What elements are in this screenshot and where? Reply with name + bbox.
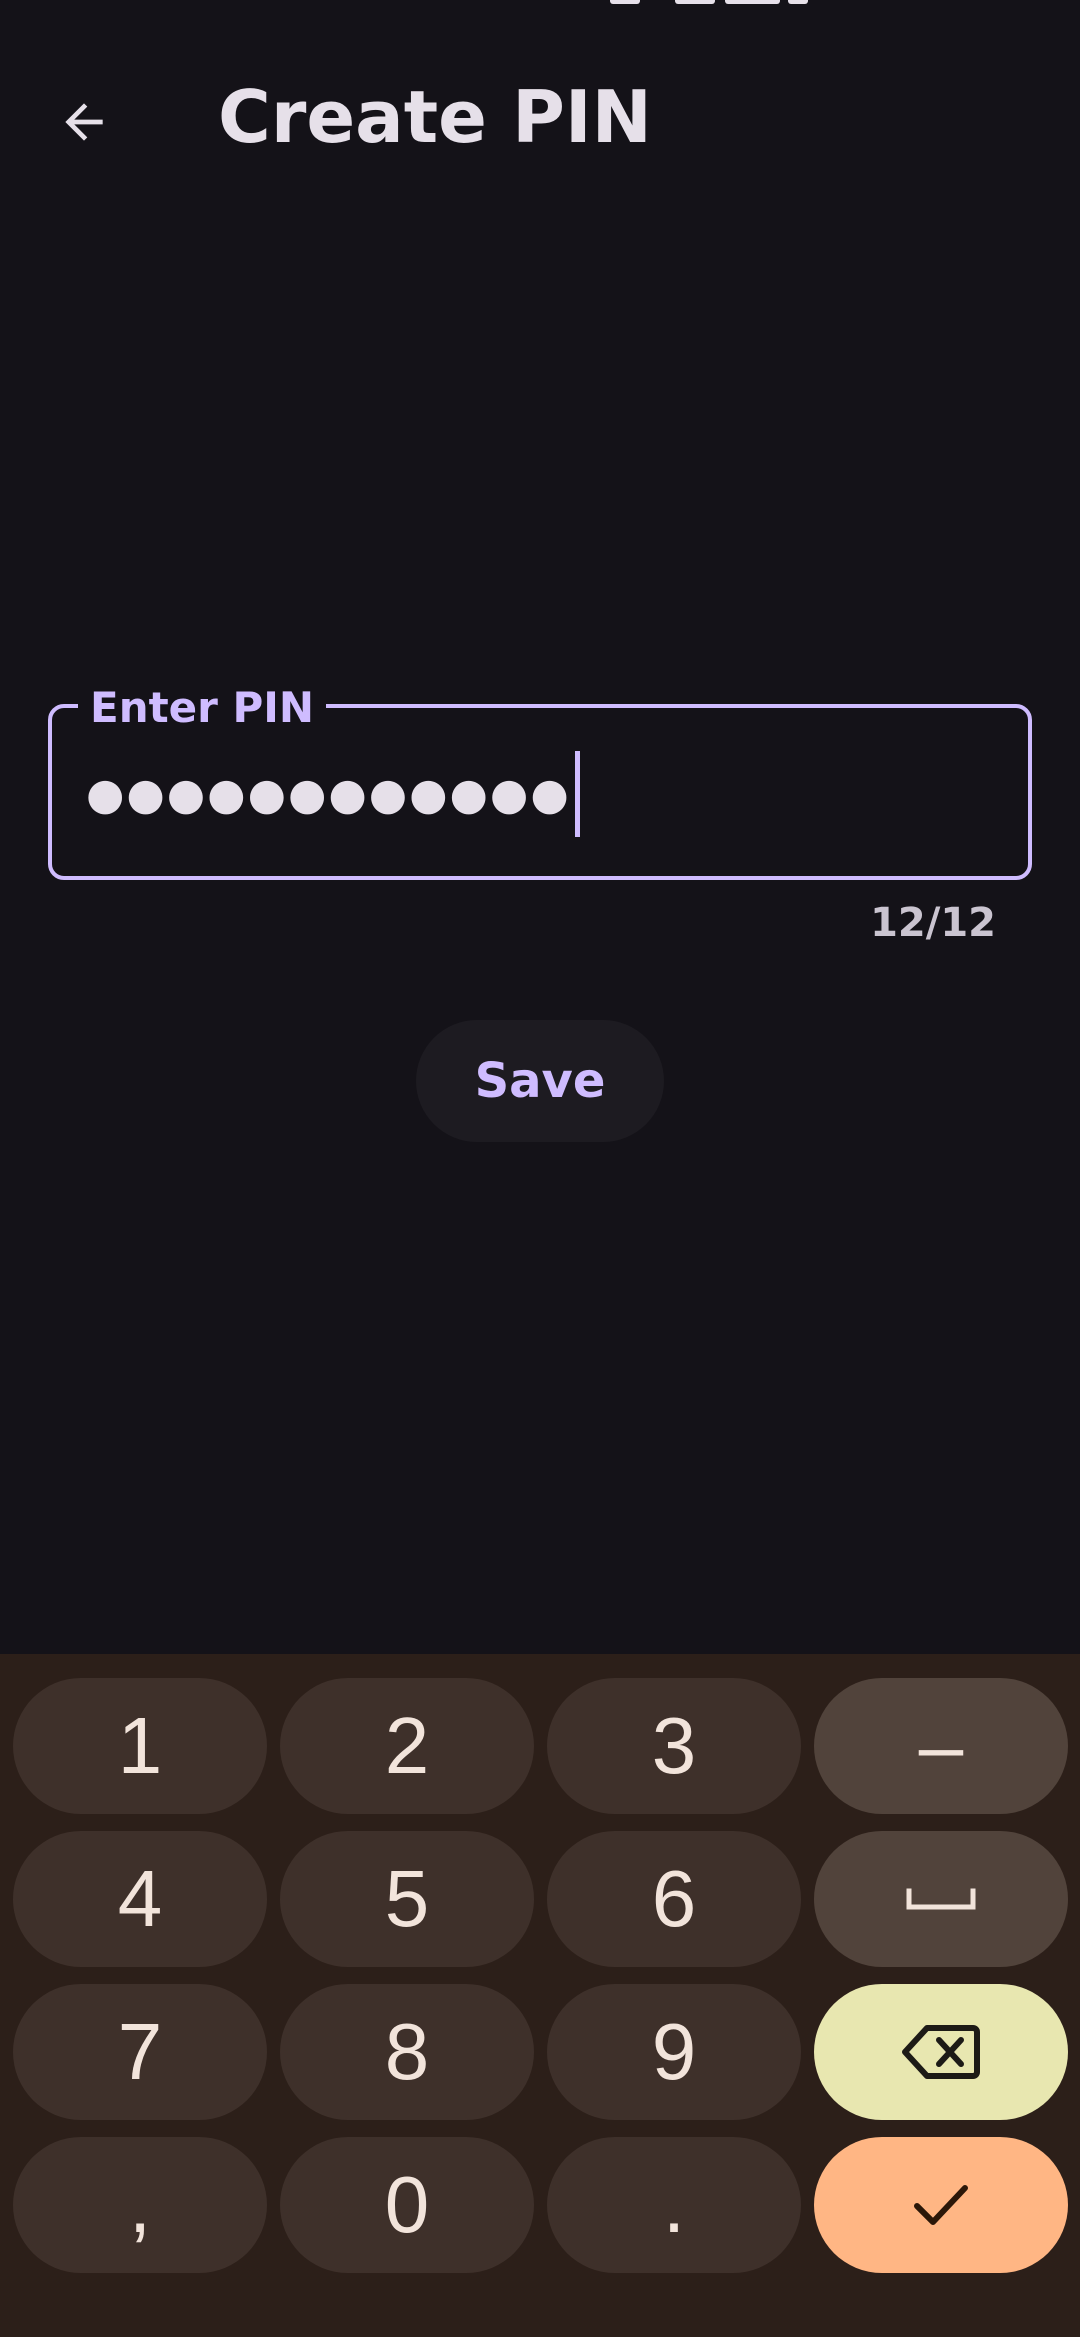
backspace-icon	[902, 2025, 980, 2079]
key-4[interactable]: 4	[13, 1831, 267, 1967]
key-6[interactable]: 6	[547, 1831, 801, 1967]
key-5[interactable]: 5	[280, 1831, 534, 1967]
save-button[interactable]: Save	[416, 1020, 664, 1142]
numeric-keyboard: 1 2 3 – 4 5 6 7 8 9 , 0 .	[0, 1654, 1080, 2337]
top-app-bar: Create PIN	[0, 60, 1080, 180]
key-2[interactable]: 2	[280, 1678, 534, 1814]
key-1[interactable]: 1	[13, 1678, 267, 1814]
key-9[interactable]: 9	[547, 1984, 801, 2120]
text-cursor	[574, 751, 580, 837]
back-button[interactable]	[28, 66, 140, 178]
pin-input[interactable]: ●●●●●●●●●●●●	[86, 751, 580, 837]
key-3[interactable]: 3	[547, 1678, 801, 1814]
status-bar-fragment	[600, 0, 820, 6]
key-comma[interactable]: ,	[13, 2137, 267, 2273]
pin-field-label: Enter PIN	[78, 680, 327, 736]
pin-input-field[interactable]: Enter PIN ●●●●●●●●●●●●	[48, 680, 1032, 880]
backspace-key[interactable]	[814, 1984, 1068, 2120]
key-dash[interactable]: –	[814, 1678, 1068, 1814]
enter-key[interactable]	[814, 2137, 1068, 2273]
arrow-back-icon	[65, 103, 103, 141]
key-8[interactable]: 8	[280, 1984, 534, 2120]
key-7[interactable]: 7	[13, 1984, 267, 2120]
key-period[interactable]: .	[547, 2137, 801, 2273]
space-key[interactable]	[814, 1831, 1068, 1967]
page-title: Create PIN	[218, 75, 652, 159]
check-icon	[914, 2185, 968, 2225]
key-0[interactable]: 0	[280, 2137, 534, 2273]
space-icon	[906, 1888, 976, 1910]
character-counter: 12/12	[870, 900, 996, 946]
pin-masked-value: ●●●●●●●●●●●●	[86, 768, 571, 820]
